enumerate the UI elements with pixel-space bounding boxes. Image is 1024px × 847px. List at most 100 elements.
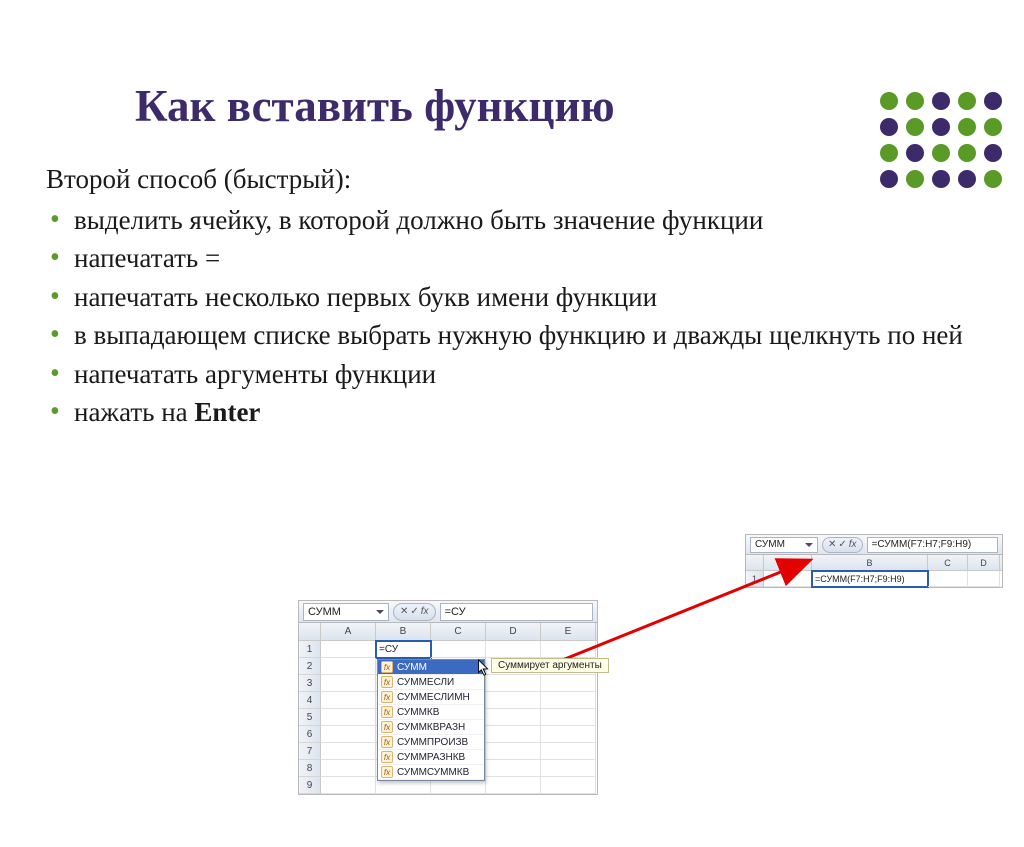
- autocomplete-item[interactable]: fxСУММ: [378, 660, 484, 675]
- cell[interactable]: [486, 641, 541, 658]
- cell[interactable]: [321, 726, 376, 743]
- row-header[interactable]: 8: [299, 760, 321, 777]
- cell[interactable]: [321, 692, 376, 709]
- cell[interactable]: [541, 777, 596, 794]
- cell[interactable]: [486, 709, 541, 726]
- dot: [958, 170, 976, 188]
- cell[interactable]: [764, 571, 812, 587]
- formula-bar[interactable]: =СУММ(F7:H7;F9:H9): [867, 537, 998, 553]
- accept-icon[interactable]: ✓: [838, 539, 846, 550]
- active-cell[interactable]: =СУММ(F7:H7;F9:H9): [812, 571, 928, 587]
- name-box[interactable]: СУММ: [303, 603, 389, 621]
- name-box-value: СУММ: [308, 606, 341, 618]
- name-box-value: СУММ: [755, 539, 785, 550]
- fx-icon: fx: [381, 751, 393, 763]
- col-header[interactable]: A: [321, 623, 376, 641]
- grid-body: 1 =СУММ(F7:H7;F9:H9): [746, 571, 1002, 587]
- dot: [880, 144, 898, 162]
- cell[interactable]: [541, 641, 596, 658]
- fx-icon[interactable]: fx: [849, 539, 857, 550]
- autocomplete-item[interactable]: fxСУММЕСЛИМН: [378, 690, 484, 705]
- cell[interactable]: [486, 675, 541, 692]
- autocomplete-label: СУММ: [397, 662, 427, 673]
- autocomplete-item[interactable]: fxСУММПРОИЗВ: [378, 735, 484, 750]
- corner-cell[interactable]: [299, 623, 321, 641]
- cell[interactable]: [321, 777, 376, 794]
- cell[interactable]: [321, 760, 376, 777]
- col-header[interactable]: C: [928, 555, 968, 571]
- cell[interactable]: [321, 658, 376, 675]
- fx-icon: fx: [381, 721, 393, 733]
- autocomplete-item[interactable]: fxСУММКВРАЗН: [378, 720, 484, 735]
- dot: [906, 144, 924, 162]
- row-header[interactable]: 1: [299, 641, 321, 658]
- chevron-down-icon: [805, 543, 813, 547]
- autocomplete-label: СУММСУММКВ: [397, 767, 469, 778]
- cell[interactable]: [486, 743, 541, 760]
- row-header[interactable]: 2: [299, 658, 321, 675]
- dot: [958, 144, 976, 162]
- dot: [984, 170, 1002, 188]
- dot: [932, 170, 950, 188]
- cell[interactable]: [541, 743, 596, 760]
- autocomplete-item[interactable]: fxСУММЕСЛИ: [378, 675, 484, 690]
- fx-button-group: ✕ ✓ fx: [393, 603, 436, 621]
- row-header[interactable]: 9: [299, 777, 321, 794]
- dot: [880, 92, 898, 110]
- row-header[interactable]: 7: [299, 743, 321, 760]
- cell[interactable]: [486, 760, 541, 777]
- autocomplete-item[interactable]: fx СУММКВ: [378, 705, 484, 720]
- cell[interactable]: [928, 571, 968, 587]
- cell[interactable]: [541, 760, 596, 777]
- lead-text: Второй способ (быстрый):: [46, 162, 978, 197]
- cancel-icon[interactable]: ✕: [400, 606, 408, 617]
- col-header[interactable]: B: [812, 555, 928, 571]
- bullet-item: напечатать =: [46, 241, 978, 276]
- cell[interactable]: [541, 675, 596, 692]
- autocomplete-label: СУММКВ: [397, 707, 439, 718]
- col-header[interactable]: B: [376, 623, 431, 641]
- bullet-item: в выпадающем списке выбрать нужную функц…: [46, 318, 978, 353]
- cell[interactable]: [486, 692, 541, 709]
- row-header[interactable]: 4: [299, 692, 321, 709]
- bullet-list: выделить ячейку, в которой должно быть з…: [46, 203, 978, 430]
- col-header[interactable]: C: [431, 623, 486, 641]
- row-header[interactable]: 5: [299, 709, 321, 726]
- bullet-item: напечатать несколько первых букв имени ф…: [46, 280, 978, 315]
- cell[interactable]: [541, 692, 596, 709]
- col-header[interactable]: D: [486, 623, 541, 641]
- cancel-icon[interactable]: ✕: [828, 539, 836, 550]
- autocomplete-tooltip: Суммирует аргументы: [491, 658, 609, 673]
- cell[interactable]: [321, 641, 376, 658]
- dot: [984, 92, 1002, 110]
- col-header[interactable]: D: [968, 555, 1000, 571]
- cell[interactable]: [968, 571, 1000, 587]
- row-header[interactable]: 6: [299, 726, 321, 743]
- name-box[interactable]: СУММ: [750, 537, 818, 553]
- cell[interactable]: [321, 743, 376, 760]
- fx-icon: fx: [381, 706, 393, 718]
- cell[interactable]: [321, 675, 376, 692]
- row-header[interactable]: 3: [299, 675, 321, 692]
- cell[interactable]: [541, 709, 596, 726]
- fx-icon[interactable]: fx: [421, 606, 429, 617]
- autocomplete-item[interactable]: fxСУММСУММКВ: [378, 765, 484, 780]
- row-header[interactable]: 1: [746, 571, 764, 587]
- cell[interactable]: [321, 709, 376, 726]
- col-header[interactable]: A: [764, 555, 812, 571]
- cell[interactable]: [486, 777, 541, 794]
- autocomplete-item[interactable]: fxСУММРАЗНКВ: [378, 750, 484, 765]
- cell[interactable]: [541, 726, 596, 743]
- autocomplete-label: СУММЕСЛИМН: [397, 692, 470, 703]
- column-headers: A B C D E: [299, 623, 597, 641]
- formula-bar[interactable]: =СУ: [440, 603, 593, 621]
- dot: [906, 92, 924, 110]
- cell[interactable]: [431, 641, 486, 658]
- accept-icon[interactable]: ✓: [410, 606, 418, 617]
- col-header[interactable]: E: [541, 623, 596, 641]
- autocomplete-label: СУММЕСЛИ: [397, 677, 454, 688]
- slide-content: Второй способ (быстрый): выделить ячейку…: [46, 162, 978, 430]
- active-cell[interactable]: =СУ: [376, 641, 431, 658]
- cell[interactable]: [486, 726, 541, 743]
- corner-cell[interactable]: [746, 555, 764, 571]
